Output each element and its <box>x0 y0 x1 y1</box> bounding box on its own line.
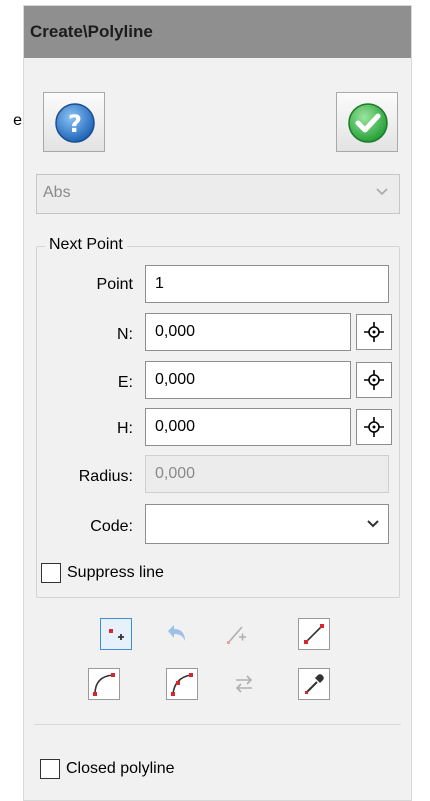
pick-height-button[interactable] <box>356 409 392 445</box>
east-input[interactable]: 0,000 <box>145 361 351 399</box>
radius-label: Radius: <box>78 468 133 485</box>
coordinate-mode-value: Abs <box>43 184 71 201</box>
polyline-panel: Create\Polyline ? Abs Next Point Point 1… <box>23 5 412 801</box>
line-segment-icon <box>304 624 324 644</box>
arc-segment-icon <box>93 673 115 696</box>
add-point-button[interactable] <box>100 618 132 650</box>
code-label: Code: <box>90 518 133 535</box>
closed-polyline-area: Closed polyline <box>34 724 401 794</box>
insert-point-button[interactable] <box>220 618 252 650</box>
chevron-down-icon <box>376 188 388 196</box>
crosshair-icon <box>364 322 384 342</box>
add-point-icon <box>109 629 124 640</box>
pick-east-button[interactable] <box>356 362 392 398</box>
next-point-legend: Next Point <box>45 235 127 255</box>
arc-three-point-button[interactable] <box>166 668 198 700</box>
eyedropper-icon <box>305 674 324 694</box>
closed-polyline-label: Closed polyline <box>66 760 175 777</box>
coordinate-mode-select[interactable]: Abs <box>36 174 400 214</box>
help-button[interactable]: ? <box>43 92 105 152</box>
point-number-input[interactable]: 1 <box>145 265 389 303</box>
svg-text:?: ? <box>68 110 82 138</box>
eyedropper-button[interactable] <box>298 668 330 700</box>
line-segment-button[interactable] <box>298 618 330 650</box>
height-input[interactable]: 0,000 <box>145 408 351 446</box>
clipped-text-fragment: e <box>13 112 22 129</box>
code-select[interactable] <box>145 504 389 544</box>
reverse-direction-button[interactable] <box>228 668 260 700</box>
help-icon: ? <box>55 103 95 143</box>
crosshair-icon <box>364 370 384 390</box>
arc-segment-button[interactable] <box>88 668 120 700</box>
north-label: N: <box>117 326 133 343</box>
north-input[interactable]: 0,000 <box>145 313 351 351</box>
insert-point-icon <box>227 626 246 644</box>
closed-polyline-checkbox[interactable] <box>40 759 60 779</box>
suppress-line-checkbox[interactable] <box>41 563 61 583</box>
undo-button[interactable] <box>160 618 192 650</box>
chevron-down-icon <box>367 520 379 528</box>
reverse-direction-icon <box>235 675 253 693</box>
undo-icon <box>168 625 185 641</box>
pick-north-button[interactable] <box>356 314 392 350</box>
next-point-group: Next Point Point 1 N: 0,000 E: 0,000 H: … <box>36 235 400 598</box>
panel-title: Create\Polyline <box>24 6 411 58</box>
suppress-line-label: Suppress line <box>67 564 164 581</box>
point-label: Point <box>96 276 133 293</box>
east-label: E: <box>117 374 133 391</box>
radius-input[interactable]: 0,000 <box>145 455 389 493</box>
ok-button[interactable] <box>336 92 398 152</box>
checkmark-icon <box>348 103 388 143</box>
crosshair-icon <box>364 417 384 437</box>
height-label: H: <box>117 420 133 437</box>
arc-3-point-icon <box>171 673 193 696</box>
